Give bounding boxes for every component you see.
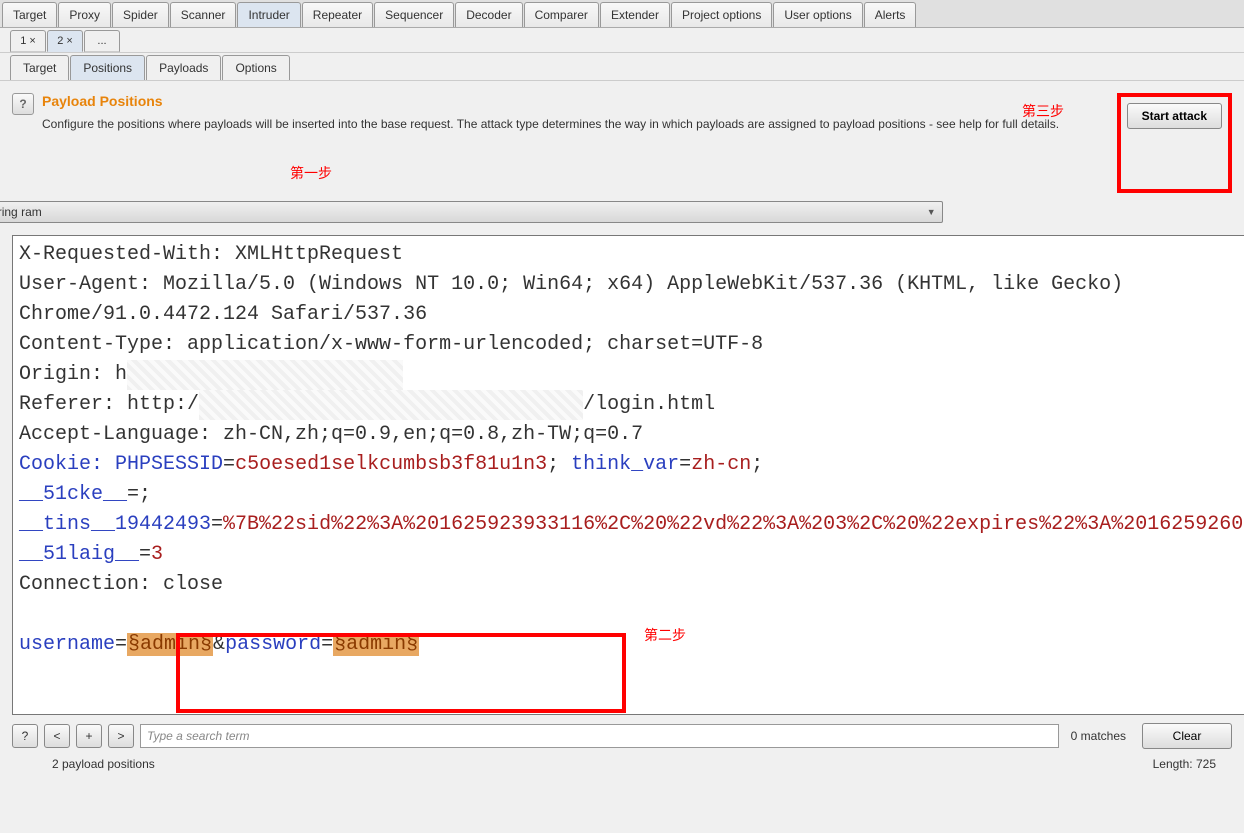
main-tab-spider[interactable]: Spider <box>112 2 169 27</box>
search-input[interactable]: Type a search term <box>140 724 1059 748</box>
editor-line: Origin: hxxxxxxxxxxxxxxxxxxxxxxx <box>19 360 1244 390</box>
editor-line: __tins__19442493=%7B%22sid%22%3A%2016259… <box>19 510 1244 570</box>
main-tab-comparer[interactable]: Comparer <box>524 2 599 27</box>
section-title: Payload Positions <box>42 93 1103 109</box>
sub-tab-payloads[interactable]: Payloads <box>146 55 221 80</box>
main-tab-scanner[interactable]: Scanner <box>170 2 237 27</box>
session-tab-2[interactable]: ... <box>84 30 120 52</box>
editor-line: Cookie: PHPSESSID=c5oesed1selkcumbsb3f81… <box>19 450 1244 480</box>
editor-line: Referer: http:/xxxxxxxxxxxxxxxxxxxxxxxxx… <box>19 390 1244 420</box>
main-tab-proxy[interactable]: Proxy <box>58 2 111 27</box>
search-add-button[interactable]: + <box>76 724 102 748</box>
section-description: Configure the positions where payloads w… <box>42 115 1103 133</box>
annotation-step3: 第三步 <box>1022 101 1064 121</box>
main-tab-project-options[interactable]: Project options <box>671 2 772 27</box>
search-next-button[interactable]: > <box>108 724 134 748</box>
annotation-step1: 第一步 <box>290 163 332 183</box>
editor-line: __51cke__=; <box>19 480 1244 510</box>
editor-line <box>19 600 1244 630</box>
search-prev-button[interactable]: < <box>44 724 70 748</box>
main-tab-repeater[interactable]: Repeater <box>302 2 373 27</box>
main-tab-extender[interactable]: Extender <box>600 2 670 27</box>
editor-line: X-Requested-With: XMLHttpRequest <box>19 240 1244 270</box>
main-tab-alerts[interactable]: Alerts <box>864 2 917 27</box>
sub-tab-positions[interactable]: Positions <box>70 55 145 80</box>
search-matches: 0 matches <box>1071 729 1126 743</box>
help-button[interactable]: ? <box>12 93 34 115</box>
main-tab-target[interactable]: Target <box>2 2 57 27</box>
main-tab-decoder[interactable]: Decoder <box>455 2 522 27</box>
status-length: Length: 725 <box>1153 757 1216 771</box>
editor-line: Content-Type: application/x-www-form-url… <box>19 330 1244 360</box>
search-help-button[interactable]: ? <box>12 724 38 748</box>
status-positions: 2 payload positions <box>52 757 155 771</box>
main-tab-intruder[interactable]: Intruder <box>237 2 300 27</box>
session-tab-0[interactable]: 1 × <box>10 30 46 52</box>
session-tabs: 1 ×2 ×... <box>0 28 1244 53</box>
editor-line: Connection: close <box>19 570 1244 600</box>
main-tab-sequencer[interactable]: Sequencer <box>374 2 454 27</box>
start-attack-button[interactable]: Start attack <box>1127 103 1222 129</box>
start-attack-highlight: Start attack <box>1117 93 1232 193</box>
sub-tab-target[interactable]: Target <box>10 55 69 80</box>
annotation-step2: 第二步 <box>644 625 686 645</box>
editor-line: Accept-Language: zh-CN,zh;q=0.9,en;q=0.8… <box>19 420 1244 450</box>
positions-panel: ? Payload Positions Configure the positi… <box>0 81 1244 783</box>
session-tab-1[interactable]: 2 × <box>47 30 83 52</box>
sub-tabs: TargetPositionsPayloadsOptions <box>0 53 1244 81</box>
sub-tab-options[interactable]: Options <box>222 55 289 80</box>
payload-highlight-box <box>176 633 626 713</box>
attack-type-select[interactable]: Battering ram <box>0 201 943 223</box>
main-tab-user-options[interactable]: User options <box>773 2 862 27</box>
editor-line: User-Agent: Mozilla/5.0 (Windows NT 10.0… <box>19 270 1244 330</box>
clear-button[interactable]: Clear <box>1142 723 1232 749</box>
main-tabs: TargetProxySpiderScannerIntruderRepeater… <box>0 0 1244 28</box>
